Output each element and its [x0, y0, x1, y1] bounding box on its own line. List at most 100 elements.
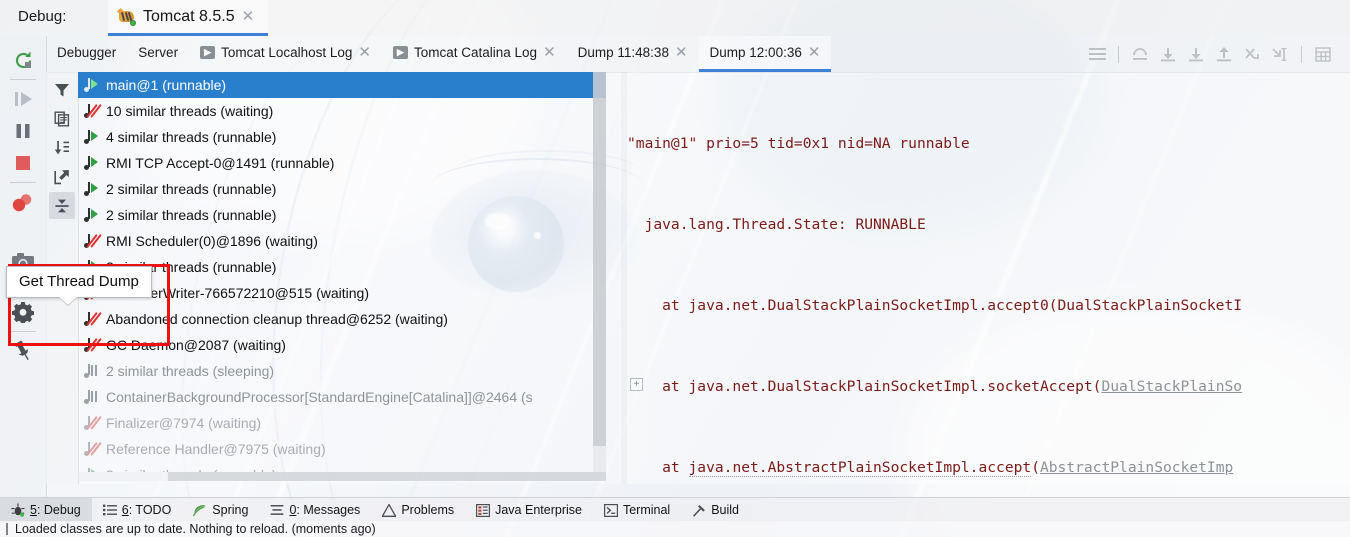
- tab-tomcat-localhost-log[interactable]: ▶ Tomcat Localhost Log ✕: [189, 36, 382, 72]
- stack-segment: at java.net.DualStackPlainSocketImpl.acc…: [627, 297, 1243, 314]
- tool-button-spring[interactable]: Spring: [182, 498, 259, 522]
- thread-label: 4 similar threads (runnable): [106, 129, 277, 145]
- force-step-into-icon[interactable]: [1183, 41, 1209, 67]
- status-message: Loaded classes are up to date. Nothing t…: [15, 522, 376, 536]
- tool-button-label: Terminal: [622, 503, 671, 517]
- stop-icon[interactable]: [6, 147, 40, 179]
- filter-icon[interactable]: [49, 76, 75, 103]
- tool-button-todo[interactable]: 6: TODO: [92, 498, 183, 522]
- thread-state-runnable-icon: [84, 181, 99, 197]
- terminal-icon: [603, 503, 618, 517]
- tab-label: Dump 12:00:36: [709, 45, 802, 60]
- stack-line: "main@1" prio=5 tid=0x1 nid=NA runnable: [627, 130, 1350, 157]
- stack-segment: (: [1031, 459, 1040, 476]
- thread-row[interactable]: Reference Handler@7975 (waiting): [78, 436, 606, 462]
- settings-icon[interactable]: [6, 296, 40, 328]
- menu-icon[interactable]: [1084, 41, 1110, 67]
- copy-icon[interactable]: [49, 105, 75, 132]
- step-into-icon[interactable]: [1155, 41, 1181, 67]
- stack-link[interactable]: DualStackPlainSo: [1101, 378, 1242, 395]
- tool-button-problems[interactable]: Problems: [371, 498, 465, 522]
- threads-horizontal-scrollbar[interactable]: [78, 472, 606, 481]
- status-indicator: [6, 523, 8, 535]
- thread-row[interactable]: RMI TCP Accept-0@1491 (runnable): [78, 150, 606, 176]
- tab-server[interactable]: Server: [127, 36, 189, 72]
- pin-tab-icon[interactable]: [6, 335, 40, 367]
- tab-label: Dump 11:48:38: [577, 45, 669, 60]
- thread-row[interactable]: RMI Scheduler(0)@1896 (waiting): [78, 228, 606, 254]
- thread-row[interactable]: 2 similar threads (runnable): [78, 176, 606, 202]
- label-text: : Messages: [296, 503, 361, 517]
- toolbar-divider: [1118, 45, 1119, 63]
- run-to-cursor-icon[interactable]: [1267, 41, 1293, 67]
- tool-button-debug[interactable]: 5: Debug: [0, 498, 92, 522]
- view-breakpoints-icon[interactable]: [6, 186, 40, 218]
- export-icon[interactable]: [49, 163, 75, 190]
- thread-row[interactable]: Finalizer@7974 (waiting): [78, 410, 606, 436]
- run-configuration-tab[interactable]: Tomcat 8.5.5 ✕: [108, 0, 269, 36]
- close-icon[interactable]: ✕: [358, 45, 371, 60]
- debug-icon: [11, 503, 25, 517]
- thread-row[interactable]: main@1 (runnable): [78, 72, 606, 98]
- close-icon[interactable]: ✕: [543, 45, 556, 60]
- run-configuration-name: Tomcat 8.5.5: [143, 7, 235, 25]
- stack-link[interactable]: AbstractPlainSocketImp: [1040, 459, 1233, 476]
- step-over-icon[interactable]: [1127, 41, 1153, 67]
- pause-program-icon[interactable]: [6, 115, 40, 147]
- threads-list[interactable]: main@1 (runnable) 10 similar threads (wa…: [78, 72, 606, 472]
- tool-button-label: 5: Debug: [30, 503, 81, 517]
- tool-button-terminal[interactable]: Terminal: [593, 498, 681, 522]
- tab-dump-1[interactable]: Dump 11:48:38 ✕: [567, 36, 699, 72]
- thread-row[interactable]: ContainerBackgroundProcessor[StandardEng…: [78, 384, 606, 410]
- toolbar-divider: [1301, 45, 1302, 63]
- rerun-icon[interactable]: [6, 44, 40, 76]
- scrollbar-thumb[interactable]: [168, 472, 606, 481]
- thread-row[interactable]: 10 similar threads (waiting): [78, 98, 606, 124]
- scrollbar-thumb[interactable]: [593, 72, 606, 446]
- close-icon[interactable]: ✕: [242, 9, 255, 24]
- thread-label: 2 similar threads (runnable): [106, 181, 277, 197]
- tool-button-messages[interactable]: 0: Messages: [259, 498, 371, 522]
- close-icon[interactable]: ✕: [675, 45, 688, 60]
- thread-label: main@1 (runnable): [106, 77, 227, 93]
- thread-label: GC Daemon@2087 (waiting): [106, 337, 286, 353]
- tab-debugger[interactable]: Debugger: [46, 36, 127, 72]
- sort-icon[interactable]: [49, 134, 75, 161]
- tab-tomcat-catalina-log[interactable]: ▶ Tomcat Catalina Log ✕: [382, 36, 567, 72]
- tool-button-build[interactable]: Build: [681, 498, 750, 522]
- thread-label: RMI TCP Accept-0@1491 (runnable): [106, 155, 335, 171]
- thread-row[interactable]: 4 similar threads (runnable): [78, 124, 606, 150]
- merge-identical-frames-icon[interactable]: [49, 192, 75, 219]
- tool-button-label: 0: Messages: [289, 503, 360, 517]
- thread-row[interactable]: 2 similar threads (sleeping): [78, 358, 606, 384]
- thread-row[interactable]: GC Daemon@2087 (waiting): [78, 332, 606, 358]
- thread-row[interactable]: 2 similar threads (runnable): [78, 254, 606, 280]
- tool-button-label: 6: TODO: [122, 503, 172, 517]
- thread-row[interactable]: 2 similar threads (runnable): [78, 202, 606, 228]
- thread-row[interactable]: eHandlerWriter-766572210@515 (waiting): [78, 280, 606, 306]
- debug-label: Debug:: [18, 8, 67, 25]
- thread-row[interactable]: Abandoned connection cleanup thread@6252…: [78, 306, 606, 332]
- evaluate-expression-icon[interactable]: [1310, 41, 1336, 67]
- build-hammer-icon: [692, 504, 706, 517]
- tab-dump-2[interactable]: Dump 12:00:36 ✕: [698, 36, 832, 72]
- resume-program-icon[interactable]: [6, 83, 40, 115]
- threads-vertical-scrollbar[interactable]: [593, 72, 606, 472]
- stack-segment: at java.net.DualStackPlainSocketImpl.soc…: [627, 378, 1102, 395]
- thread-row[interactable]: 2 similar threads (runnable): [78, 462, 606, 472]
- debug-titlebar: Debug: Tomcat 8.5.5 ✕: [0, 0, 1350, 36]
- thread-label: 2 similar threads (sleeping): [106, 363, 275, 379]
- drop-frame-icon[interactable]: [1239, 41, 1265, 67]
- close-icon[interactable]: ✕: [808, 45, 821, 60]
- tool-button-java-enterprise[interactable]: Java Enterprise: [465, 498, 593, 522]
- console-icon: ▶: [200, 46, 216, 59]
- thread-state-runnable-icon: [84, 129, 99, 145]
- tool-button-label: Problems: [401, 503, 455, 517]
- stack-trace-panel[interactable]: + "main@1" prio=5 tid=0x1 nid=NA runnabl…: [627, 72, 1350, 484]
- step-out-icon[interactable]: [1211, 41, 1237, 67]
- thread-label: ContainerBackgroundProcessor[StandardEng…: [106, 389, 533, 405]
- thread-state-runnable-icon: [84, 207, 99, 223]
- tomcat-icon: [116, 7, 136, 26]
- warning-triangle-icon: [382, 503, 397, 517]
- stack-line: java.lang.Thread.State: RUNNABLE: [627, 211, 1350, 238]
